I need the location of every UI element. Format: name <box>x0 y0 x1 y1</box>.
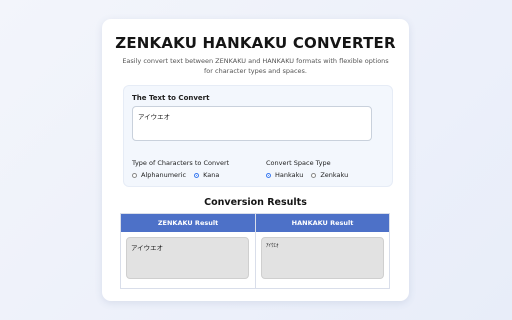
zenkaku-result-header: ZENKAKU Result <box>121 214 255 232</box>
converter-card: ZENKAKU HANKAKU CONVERTER Easily convert… <box>102 19 409 301</box>
text-input[interactable]: アイウエオ <box>132 106 372 141</box>
radio-kana[interactable]: Kana <box>194 171 219 179</box>
hankaku-result-field[interactable]: ｱｲｳｴｵ <box>261 237 384 279</box>
radio-checked-icon <box>194 172 200 178</box>
text-input-label: The Text to Convert <box>132 94 210 102</box>
zenkaku-result-field[interactable]: アイウエオ <box>126 237 249 279</box>
radio-hankaku-label: Hankaku <box>275 171 304 179</box>
page-subtitle: Easily convert text between ZENKAKU and … <box>122 57 389 75</box>
char-type-options: Alphanumeric Kana <box>132 171 227 179</box>
input-panel: The Text to Convert アイウエオ Type of Charac… <box>123 85 393 187</box>
space-type-label: Convert Space Type <box>266 159 331 167</box>
radio-unchecked-icon <box>311 172 317 178</box>
radio-hankaku[interactable]: Hankaku <box>266 171 303 179</box>
page-title: ZENKAKU HANKAKU CONVERTER <box>115 34 396 52</box>
results-title: Conversion Results <box>204 197 307 208</box>
radio-zenkaku-label: Zenkaku <box>320 171 349 179</box>
radio-alphanumeric[interactable]: Alphanumeric <box>132 171 186 179</box>
radio-kana-label: Kana <box>203 171 220 179</box>
radio-unchecked-icon <box>132 172 137 178</box>
char-type-label: Type of Characters to Convert <box>132 159 230 167</box>
radio-alphanumeric-label: Alphanumeric <box>141 171 187 179</box>
radio-zenkaku[interactable]: Zenkaku <box>311 171 348 179</box>
results-table: ZENKAKU Result HANKAKU Result アイウエオ ｱｲｳｴ… <box>120 213 390 289</box>
space-type-options: Hankaku Zenkaku <box>266 171 356 179</box>
hankaku-result-header: HANKAKU Result <box>256 214 389 232</box>
radio-checked-icon <box>266 172 271 178</box>
